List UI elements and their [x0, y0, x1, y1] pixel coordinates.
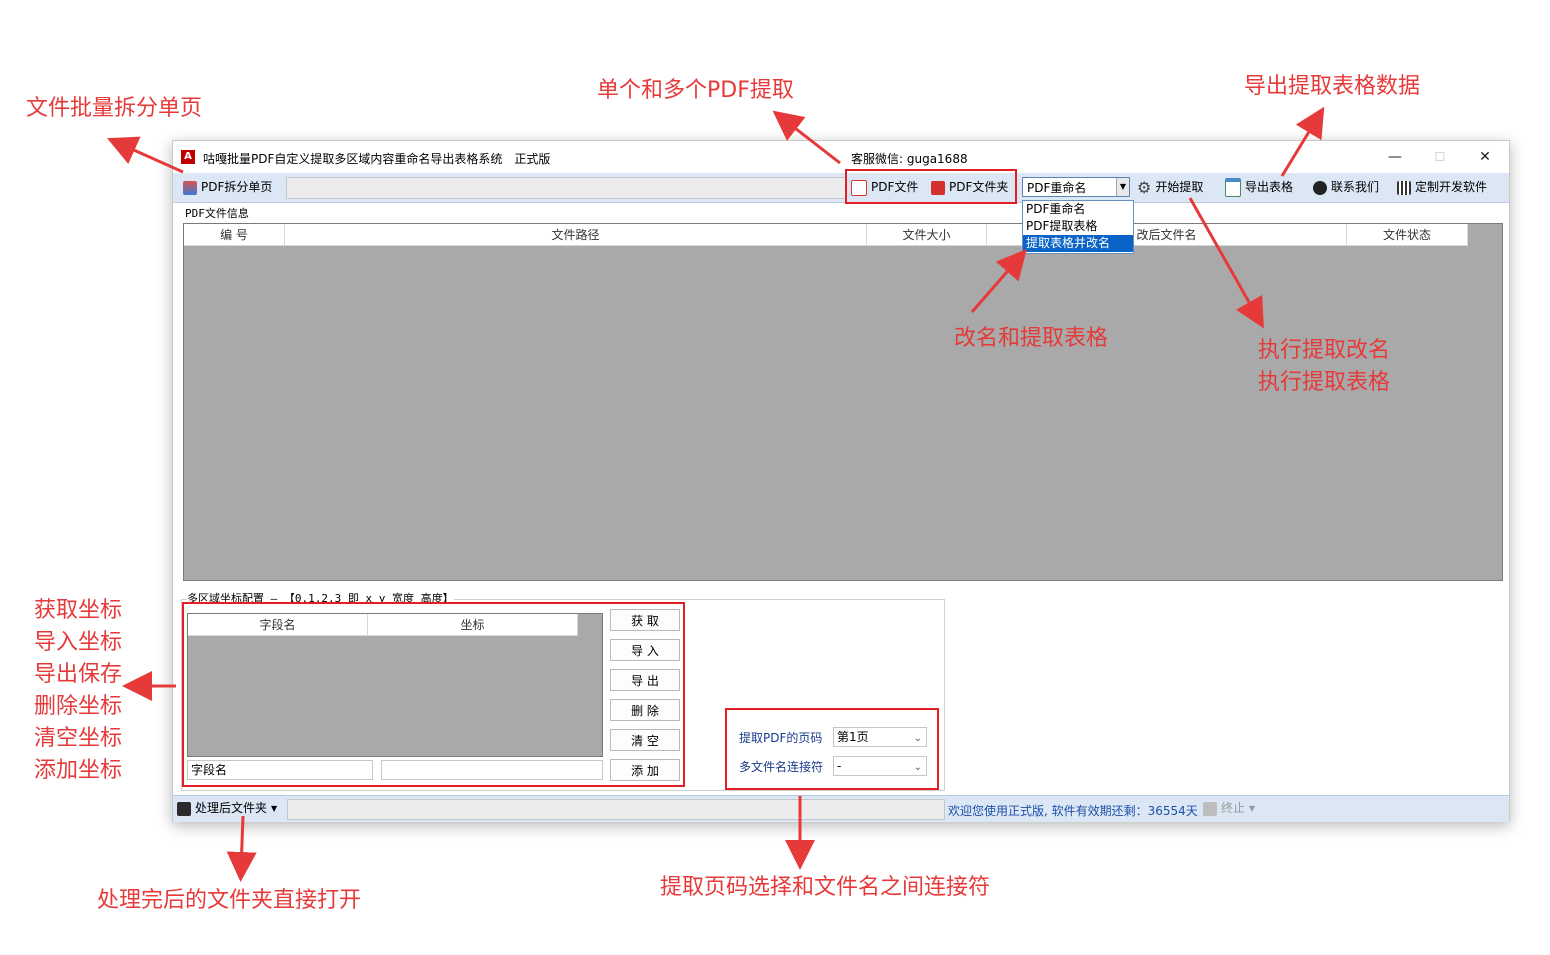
arrow-export: [1280, 106, 1325, 177]
annotation-arrows: [107, 106, 1325, 882]
arrow-exec: [1188, 197, 1264, 329]
arrow-rename-table: [970, 248, 1027, 313]
arrow-open-folder: [226, 815, 257, 882]
arrow-pdf-extract: [772, 110, 841, 165]
arrow-split: [107, 136, 184, 174]
